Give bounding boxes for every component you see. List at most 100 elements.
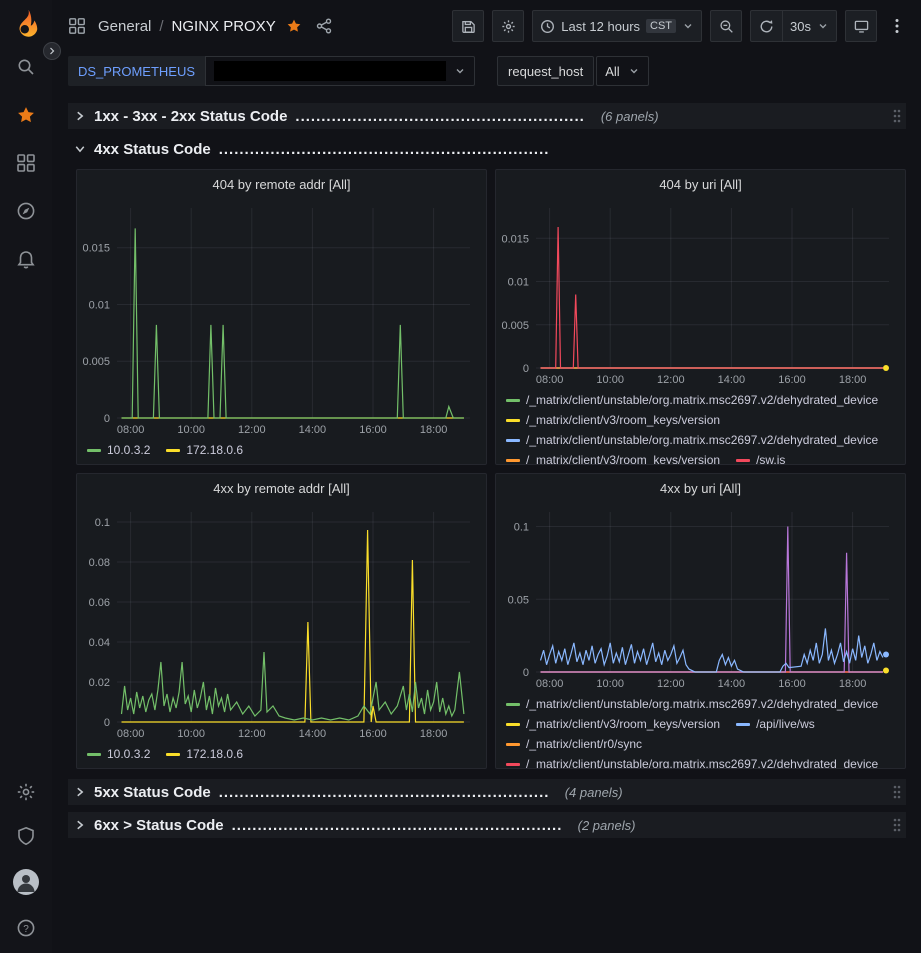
- legend-swatch-icon: [87, 449, 101, 452]
- chevron-down-icon: [817, 20, 829, 32]
- legend-label: /_matrix/client/unstable/org.matrix.msc2…: [526, 697, 878, 711]
- legend-label: /_matrix/client/v3/room_keys/version: [526, 453, 720, 464]
- svg-text:0.02: 0.02: [89, 677, 110, 689]
- panel-header[interactable]: 404 by uri [All]: [496, 170, 905, 198]
- refresh-icon: [759, 19, 774, 34]
- svg-text:0.005: 0.005: [82, 356, 110, 368]
- row-drag-handle[interactable]: [892, 784, 902, 800]
- svg-text:14:00: 14:00: [718, 374, 746, 386]
- starred-dashboards-icon[interactable]: [15, 104, 37, 126]
- legend-item[interactable]: /_matrix/client/unstable/org.matrix.msc2…: [506, 430, 878, 450]
- timeseries-chart[interactable]: 00.020.040.060.080.108:0010:0012:0014:00…: [77, 502, 486, 742]
- star-dashboard-icon[interactable]: [286, 18, 302, 34]
- legend-item[interactable]: /_matrix/client/v3/room_keys/version: [506, 410, 720, 430]
- svg-text:14:00: 14:00: [299, 728, 327, 740]
- sidebar-expand-button[interactable]: [43, 42, 61, 60]
- datasource-variable-dropdown[interactable]: [205, 56, 475, 86]
- zoom-out-icon: [719, 19, 734, 34]
- timeseries-chart[interactable]: 00.0050.010.01508:0010:0012:0014:0016:00…: [77, 198, 486, 438]
- refresh-button[interactable]: [750, 10, 782, 42]
- timeseries-chart[interactable]: 00.050.108:0010:0012:0014:0016:0018:00: [496, 502, 905, 692]
- search-icon[interactable]: [15, 56, 37, 78]
- legend-swatch-icon: [506, 459, 520, 462]
- save-dashboard-button[interactable]: [452, 10, 484, 42]
- time-range-picker[interactable]: Last 12 hours CST: [532, 10, 702, 42]
- legend-item[interactable]: /_matrix/client/unstable/org.matrix.msc2…: [506, 694, 878, 714]
- share-dashboard-icon[interactable]: [316, 18, 332, 34]
- svg-text:0.1: 0.1: [95, 517, 110, 529]
- panel-4xx-by-remote-addr: 4xx by remote addr [All] 00.020.040.060.…: [76, 473, 487, 769]
- panel-header[interactable]: 404 by remote addr [All]: [77, 170, 486, 198]
- svg-text:?: ?: [23, 924, 29, 935]
- server-admin-shield-icon[interactable]: [15, 825, 37, 847]
- user-avatar[interactable]: [13, 869, 39, 895]
- top-navbar: General / NGINX PROXY Last 12 hours: [52, 0, 921, 52]
- legend-item[interactable]: 172.18.0.6: [166, 744, 243, 764]
- legend-swatch-icon: [506, 399, 520, 402]
- legend-item[interactable]: 172.18.0.6: [166, 440, 243, 460]
- refresh-interval-dropdown[interactable]: 30s: [782, 10, 837, 42]
- legend-item[interactable]: /_matrix/client/unstable/org.matrix.msc2…: [506, 390, 878, 410]
- row-drag-handle[interactable]: [892, 817, 902, 833]
- breadcrumb-folder[interactable]: General: [98, 18, 151, 35]
- row-panel-count: (2 panels): [578, 818, 636, 833]
- help-icon[interactable]: ?: [15, 917, 37, 939]
- svg-text:14:00: 14:00: [718, 678, 746, 690]
- panel-title: 404 by uri [All]: [659, 177, 741, 192]
- legend-item[interactable]: /sw.js: [736, 450, 785, 464]
- legend-item[interactable]: 10.0.3.2: [87, 744, 150, 764]
- svg-text:10:00: 10:00: [177, 424, 205, 436]
- breadcrumb-separator: /: [159, 18, 163, 35]
- chevron-down-icon: [628, 65, 640, 77]
- row-4xx[interactable]: 4xx Status Code ........................…: [68, 136, 906, 162]
- more-options-kebab-icon[interactable]: [885, 18, 909, 34]
- dashboard-title[interactable]: NGINX PROXY: [172, 18, 276, 35]
- legend-item[interactable]: /_matrix/client/unstable/org.matrix.msc2…: [506, 754, 878, 768]
- dashboards-icon[interactable]: [15, 152, 37, 174]
- zoom-out-button[interactable]: [710, 10, 742, 42]
- main-area: General / NGINX PROXY Last 12 hours: [52, 0, 921, 953]
- explore-compass-icon[interactable]: [15, 200, 37, 222]
- dashboard-settings-button[interactable]: [492, 10, 524, 42]
- row-drag-handle[interactable]: [892, 108, 902, 124]
- svg-text:16:00: 16:00: [778, 374, 806, 386]
- legend-swatch-icon: [736, 723, 750, 726]
- legend-item[interactable]: /_matrix/client/r0/sync: [506, 734, 642, 754]
- chevron-right-icon: [74, 819, 86, 831]
- grafana-logo[interactable]: [11, 8, 41, 38]
- row-6xx[interactable]: 6xx > Status Code ......................…: [68, 812, 906, 838]
- svg-text:14:00: 14:00: [299, 424, 327, 436]
- legend-item[interactable]: 10.0.3.2: [87, 440, 150, 460]
- row-title-dots: ........................................…: [295, 108, 584, 125]
- panel-header[interactable]: 4xx by remote addr [All]: [77, 474, 486, 502]
- svg-text:18:00: 18:00: [839, 374, 867, 386]
- legend-swatch-icon: [166, 449, 180, 452]
- legend-label: 10.0.3.2: [107, 747, 150, 761]
- timeseries-chart[interactable]: 00.0050.010.01508:0010:0012:0014:0016:00…: [496, 198, 905, 388]
- legend-label: /_matrix/client/r0/sync: [526, 737, 642, 751]
- row-panel-count: (6 panels): [601, 109, 659, 124]
- dashboard-body: 1xx - 3xx - 2xx Status Code ............…: [52, 90, 921, 953]
- clock-icon: [540, 19, 555, 34]
- tv-mode-button[interactable]: [845, 10, 877, 42]
- request-host-variable-label: request_host: [497, 56, 594, 86]
- row-1xx-3xx-2xx[interactable]: 1xx - 3xx - 2xx Status Code ............…: [68, 103, 906, 129]
- request-host-variable-dropdown[interactable]: All: [596, 56, 648, 86]
- legend-label: /_matrix/client/v3/room_keys/version: [526, 717, 720, 731]
- svg-text:18:00: 18:00: [420, 424, 448, 436]
- panel-header[interactable]: 4xx by uri [All]: [496, 474, 905, 502]
- row-5xx[interactable]: 5xx Status Code ........................…: [68, 779, 906, 805]
- svg-text:0.08: 0.08: [89, 557, 110, 569]
- save-icon: [461, 19, 476, 34]
- alerting-bell-icon[interactable]: [15, 248, 37, 270]
- configuration-gear-icon[interactable]: [15, 781, 37, 803]
- legend-item[interactable]: /_matrix/client/v3/room_keys/version: [506, 714, 720, 734]
- legend-swatch-icon: [736, 459, 750, 462]
- datasource-variable-label[interactable]: DS_PROMETHEUS: [68, 56, 205, 86]
- legend-item[interactable]: /api/live/ws: [736, 714, 815, 734]
- legend-item[interactable]: /_matrix/client/v3/room_keys/version: [506, 450, 720, 464]
- time-range-label: Last 12 hours: [561, 19, 640, 34]
- dashboard-apps-icon[interactable]: [68, 17, 86, 35]
- chevron-down-icon: [74, 143, 86, 155]
- refresh-interval-label: 30s: [790, 19, 811, 34]
